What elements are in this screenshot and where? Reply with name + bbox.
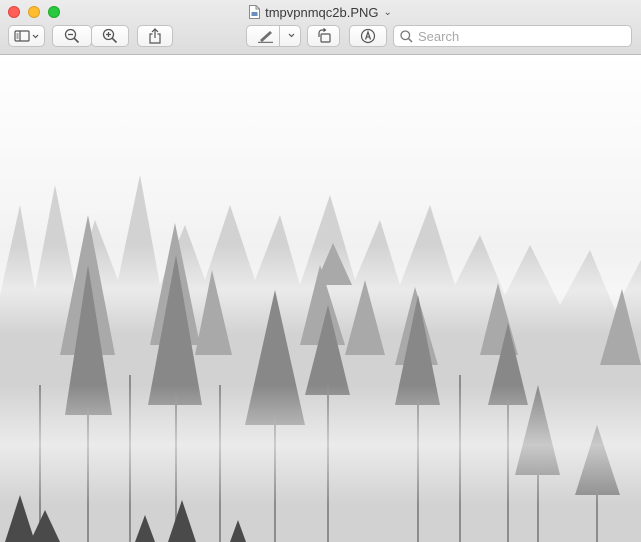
sidebar-toggle-button[interactable] — [8, 25, 45, 47]
search-icon — [400, 29, 413, 43]
window-title[interactable]: tmpvpnmqc2b.PNG ⌄ — [0, 4, 641, 20]
share-button[interactable] — [137, 25, 173, 47]
search-field[interactable] — [393, 25, 632, 47]
document-icon — [249, 5, 261, 19]
window-title-text: tmpvpnmqc2b.PNG — [265, 4, 379, 20]
sidebar-icon — [13, 30, 38, 42]
pen-icon — [257, 31, 294, 43]
zoom-out-button[interactable] — [52, 25, 92, 47]
foggy-forest-image — [0, 55, 641, 542]
search-input[interactable] — [418, 28, 618, 44]
preview-window: tmpvpnmqc2b.PNG ⌄ — [0, 0, 641, 542]
share-icon — [149, 28, 161, 44]
markup-pen-button[interactable] — [246, 25, 301, 47]
annotate-button[interactable] — [349, 25, 387, 47]
zoom-in-button[interactable] — [91, 25, 129, 47]
chevron-down-icon: ⌄ — [383, 6, 392, 18]
zoom-in-icon — [102, 28, 118, 44]
titlebar: tmpvpnmqc2b.PNG ⌄ — [0, 0, 641, 55]
rotate-button[interactable] — [307, 25, 340, 47]
rotate-left-icon — [317, 28, 331, 43]
pen-divider — [279, 25, 280, 47]
zoom-out-icon — [64, 28, 80, 44]
markup-icon — [360, 28, 376, 44]
image-canvas — [0, 55, 641, 542]
